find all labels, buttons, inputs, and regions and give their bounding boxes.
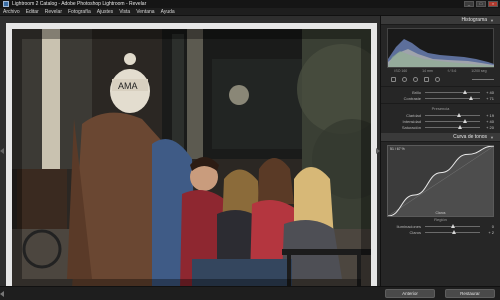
divider <box>381 86 500 87</box>
menu-ajustes[interactable]: Ajustes <box>97 9 113 15</box>
focal-length: 14 mm <box>422 69 433 73</box>
slider-track[interactable] <box>425 223 480 228</box>
reset-button[interactable]: Restaurar <box>445 289 495 298</box>
bottom-status-strip <box>0 286 380 300</box>
tone-curve-title: Curva de tonos <box>453 134 488 140</box>
histogram-header[interactable]: Histograma ▼ <box>381 16 500 25</box>
tone-curve-plot <box>387 145 495 217</box>
slider-label: Contraste <box>403 95 421 101</box>
slider-value[interactable]: + 40 <box>480 90 494 95</box>
slider-value[interactable]: + 2 <box>480 230 494 235</box>
slider-label: Claridad <box>406 112 421 118</box>
slider-knob[interactable] <box>457 124 462 129</box>
photo-preview[interactable]: AMA <box>12 29 371 289</box>
menu-ventana[interactable]: Ventana <box>136 9 154 15</box>
slider-contraste[interactable]: Contraste + 71 <box>381 95 500 101</box>
slider-label: Intensidad <box>402 118 421 124</box>
close-button[interactable]: × <box>488 1 498 7</box>
minimize-button[interactable]: _ <box>464 1 474 7</box>
slider-value[interactable]: + 20 <box>480 125 494 130</box>
slider-track[interactable] <box>425 118 480 123</box>
menu-ayuda[interactable]: Ayuda <box>161 9 175 15</box>
photo-stage: AMA <box>0 16 380 295</box>
adjustment-brush-icon[interactable] <box>435 77 440 82</box>
slider-value[interactable]: + 40 <box>480 119 494 124</box>
spot-removal-icon[interactable] <box>402 77 407 82</box>
tone-curve-graph[interactable]: 51 / 67 % Claros <box>387 145 495 217</box>
window-controls: _ □ × <box>464 1 500 7</box>
slider-knob[interactable] <box>451 229 456 234</box>
window-title: Lightroom 2 Catalog - Adobe Photoshop Li… <box>12 1 147 7</box>
shutter-speed: 1/200 seg <box>471 69 487 73</box>
slider-saturacion[interactable]: Saturación + 20 <box>381 124 500 130</box>
maximize-button[interactable]: □ <box>476 1 486 7</box>
crop-tool-icon[interactable] <box>391 77 396 82</box>
divider <box>381 103 500 104</box>
collapse-triangle-icon: ▼ <box>490 134 494 140</box>
slider-knob[interactable] <box>469 95 474 100</box>
menu-archivo[interactable]: Archivo <box>3 9 20 15</box>
aperture: f / 5.6 <box>447 69 457 73</box>
slider-claros[interactable]: Claros + 2 <box>381 229 500 235</box>
collapse-triangle-icon: ▼ <box>490 17 494 23</box>
slider-value[interactable]: + 19 <box>480 113 494 118</box>
hat-text: AMA <box>118 81 138 91</box>
slider-track[interactable] <box>425 229 480 234</box>
tone-curve-header[interactable]: Curva de tonos ▼ <box>381 133 500 142</box>
previous-button[interactable]: Anterior <box>385 289 435 298</box>
slider-label: Claros <box>409 229 421 235</box>
slider-value[interactable]: + 71 <box>480 96 494 101</box>
slider-track[interactable] <box>425 124 480 129</box>
menu-revelar[interactable]: Revelar <box>45 9 62 15</box>
tool-strip <box>387 75 494 84</box>
slider-knob[interactable] <box>462 118 467 123</box>
slider-knob[interactable] <box>462 89 467 94</box>
curve-readout: 51 / 67 % <box>390 147 405 151</box>
menu-editar[interactable]: Editar <box>26 9 39 15</box>
slider-label: Saturación <box>401 124 421 130</box>
street-scene-photo: AMA <box>12 29 371 289</box>
slider-value[interactable]: 0 <box>480 224 494 229</box>
camera-info: ISO 160 14 mm f / 5.6 1/200 seg <box>387 69 494 73</box>
slider-label: Brillo <box>412 89 421 95</box>
slider-knob[interactable] <box>457 112 462 117</box>
menu-vista[interactable]: Vista <box>119 9 130 15</box>
photo-frame: AMA <box>6 23 377 295</box>
slider-track[interactable] <box>425 112 480 117</box>
histogram <box>387 28 494 68</box>
menu-bar: Archivo Editar Revelar Fotografía Ajuste… <box>0 8 500 16</box>
title-bar: Lightroom 2 Catalog - Adobe Photoshop Li… <box>0 0 500 8</box>
filmstrip-toggle-icon[interactable] <box>0 291 4 297</box>
slider-track[interactable] <box>425 89 480 94</box>
histogram-title: Histograma <box>461 17 488 23</box>
histogram-graph <box>388 39 494 67</box>
lightroom-app-icon <box>3 1 9 7</box>
left-panel-toggle-icon[interactable] <box>0 148 4 154</box>
develop-panel: Histograma ▼ ISO 160 14 mm f / 5.6 1/200… <box>380 16 500 296</box>
slider-track[interactable] <box>425 95 480 100</box>
slider-label: Iluminaciones <box>396 223 421 229</box>
red-eye-icon[interactable] <box>413 77 418 82</box>
panel-buttons: Anterior Restaurar <box>380 286 500 300</box>
iso-value: ISO 160 <box>394 69 408 73</box>
curve-channel-label: Claros <box>435 211 446 215</box>
graduated-filter-icon[interactable] <box>424 77 429 82</box>
menu-fotografia[interactable]: Fotografía <box>68 9 91 15</box>
slider-knob[interactable] <box>450 223 455 228</box>
tool-slider[interactable] <box>472 79 494 80</box>
